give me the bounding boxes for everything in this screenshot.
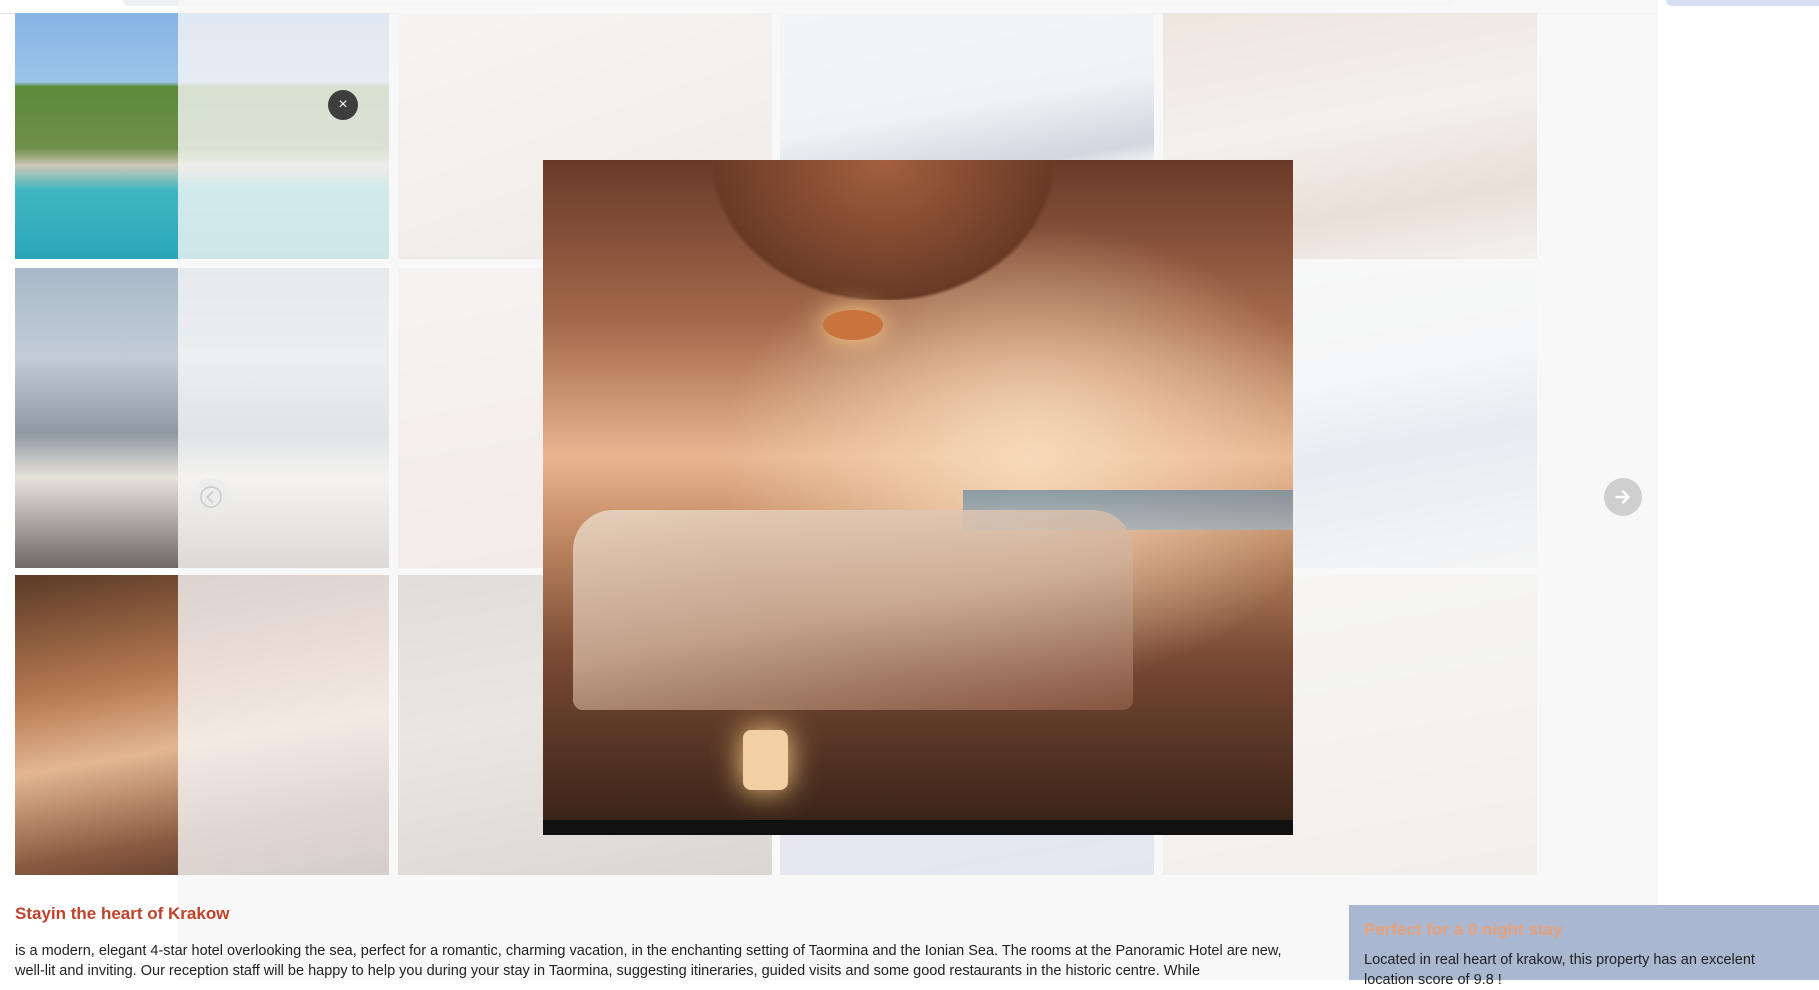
right-margin xyxy=(1658,13,1819,905)
canopy-shape xyxy=(713,160,1053,300)
arrow-right-icon xyxy=(1615,490,1630,504)
hotel-description: is a modern, elegant 4-star hotel overlo… xyxy=(15,943,1282,979)
hanging-lamp xyxy=(823,310,883,340)
next-photo-button[interactable] xyxy=(1604,478,1642,516)
cushion-bed xyxy=(573,510,1133,710)
lightbox-frame xyxy=(543,160,1293,835)
highlight-text: Located in real heart of krakow, this pr… xyxy=(1364,952,1755,988)
highlight-title: Perfect for a 0 night stay xyxy=(1364,920,1563,939)
prev-photo-button[interactable] xyxy=(192,478,230,516)
close-icon[interactable]: × xyxy=(328,90,358,120)
top-action-pill[interactable] xyxy=(1666,0,1819,6)
candle xyxy=(743,730,788,790)
arrow-left-icon xyxy=(200,486,222,508)
section-title: Stayin the heart of Krakow xyxy=(15,904,230,923)
lightbox-photo-beach-canopy xyxy=(543,160,1293,820)
